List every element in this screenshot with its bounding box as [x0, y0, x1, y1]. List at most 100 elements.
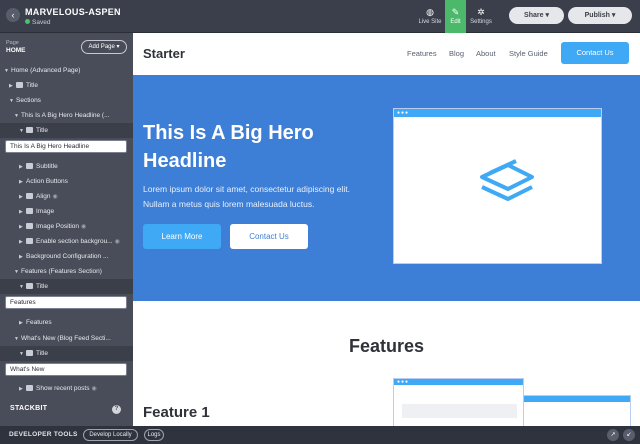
chevron-down-icon: ▾	[116, 44, 120, 50]
features-title-field[interactable]	[5, 296, 127, 309]
tree-item-background-configuration[interactable]: ▶ Background Configuration ...	[0, 249, 133, 264]
nav-link-features[interactable]: Features	[407, 49, 437, 58]
eye-icon: ◉	[114, 239, 120, 245]
help-icon[interactable]: ?	[112, 405, 121, 414]
expand-icon[interactable]: ↗	[607, 429, 619, 441]
tree-label: Show recent posts	[36, 385, 90, 392]
site-logo[interactable]: Starter	[143, 46, 185, 61]
tree-item-enable-background[interactable]: ▶ Enable section backgrou... ◉	[0, 234, 133, 249]
save-status-label: Saved	[32, 19, 51, 26]
caret-right-icon: ▶	[19, 386, 23, 392]
tree-item-whats-new-section[interactable]: ▼ What's New (Blog Feed Secti...	[0, 331, 133, 346]
site-preview: Starter Features Blog About Style Guide …	[133, 33, 640, 426]
hero-contact-button[interactable]: Contact Us	[230, 224, 308, 249]
caret-down-icon: ▼	[14, 269, 19, 275]
toggle-field-icon	[26, 238, 33, 244]
browser-bar	[524, 396, 630, 402]
tree-item-image-position[interactable]: ▶ Image Position ◉	[0, 219, 133, 234]
whats-new-title-field[interactable]	[5, 363, 127, 376]
publish-button[interactable]: Publish ▾	[568, 7, 632, 24]
toggle-field-icon	[26, 385, 33, 391]
nav-link-blog[interactable]: Blog	[449, 49, 464, 58]
tree-item-features-section[interactable]: ▼ Features (Features Section)	[0, 264, 133, 279]
live-site-label: Live Site	[418, 19, 442, 25]
field-type-icon	[26, 193, 33, 199]
edit-button[interactable]: ✎ Edit	[445, 0, 466, 33]
caret-right-icon: ▶	[19, 224, 23, 230]
develop-locally-button[interactable]: Develop Locally	[83, 429, 138, 441]
tree-label: Image	[36, 208, 55, 215]
tree-item-features[interactable]: ▶ Features	[0, 315, 133, 330]
tree-label: Background Configuration ...	[26, 253, 109, 260]
feature-1-heading[interactable]: Feature 1	[143, 404, 210, 421]
tree-item-home[interactable]: ▼ Home (Advanced Page)	[0, 63, 133, 78]
caret-down-icon: ▼	[19, 284, 24, 290]
hero-image[interactable]: ●●●	[393, 108, 602, 264]
hero-headline[interactable]: This Is A Big Hero Headline	[143, 119, 353, 175]
settings-button[interactable]: ✲ Settings	[468, 0, 494, 33]
field-type-icon	[26, 350, 33, 356]
tree-item-features-title[interactable]: ▼ Title	[0, 279, 133, 294]
feature-image-secondary[interactable]	[523, 395, 631, 426]
field-type-icon	[26, 283, 33, 289]
browser-bar: ●●●	[394, 109, 601, 117]
field-type-icon	[16, 82, 23, 88]
gear-icon: ✲	[477, 7, 485, 17]
eye-icon: ◉	[91, 386, 97, 392]
back-icon[interactable]: ‹	[6, 8, 20, 22]
developer-tools-bar: DEVELOPER TOOLS Develop Locally Logs ↗ ↙	[0, 426, 640, 444]
browser-bar: ●●●	[394, 379, 523, 385]
caret-down-icon: ▼	[14, 113, 19, 119]
logs-button[interactable]: Logs	[144, 429, 164, 441]
feature-image[interactable]: ●●●	[393, 378, 524, 426]
tree-label: This Is A Big Hero Headline (...	[21, 112, 110, 119]
tree-label: Align	[36, 193, 51, 200]
tree-item-subtitle[interactable]: ▶ Subtitle	[0, 159, 133, 174]
stack-logo-icon	[480, 159, 534, 201]
tree-item-title[interactable]: ▶ Title	[0, 78, 133, 93]
tree-item-image[interactable]: ▶ Image	[0, 204, 133, 219]
developer-tools-label: DEVELOPER TOOLS	[9, 431, 78, 438]
hero-subtitle[interactable]: Lorem ipsum dolor sit amet, consectetur …	[143, 182, 378, 212]
nav-contact-button[interactable]: Contact Us	[561, 42, 629, 64]
live-site-button[interactable]: ◍ Live Site	[417, 0, 443, 33]
caret-right-icon: ▶	[9, 83, 13, 89]
nav-link-about[interactable]: About	[476, 49, 496, 58]
top-bar: ‹ MARVELOUS-ASPEN Saved ◍ Live Site ✎ Ed…	[0, 0, 640, 33]
tree-item-show-recent-posts[interactable]: ▶ Show recent posts ◉	[0, 381, 133, 396]
page-selector[interactable]: HOME	[6, 47, 26, 54]
tree-item-hero-title[interactable]: ▼ Title	[0, 123, 133, 138]
chevron-down-icon: ▾	[611, 12, 616, 19]
field-type-icon	[26, 127, 33, 133]
tree-label: Features (Features Section)	[21, 268, 102, 275]
sidebar: Page HOME Add Page ▾ ▼ Home (Advanced Pag…	[0, 33, 133, 426]
hero-title-field[interactable]	[5, 140, 127, 153]
tree-label: What's New (Blog Feed Secti...	[21, 335, 111, 342]
collapse-icon[interactable]: ↙	[623, 429, 635, 441]
tree-label: Title	[36, 350, 49, 357]
caret-down-icon: ▼	[19, 351, 24, 357]
stackbit-logo: STACKBIT	[10, 405, 48, 412]
tree-item-sections[interactable]: ▼ Sections	[0, 93, 133, 108]
tree-item-whats-new-title[interactable]: ▼ Title	[0, 346, 133, 361]
saved-dot-icon	[25, 19, 30, 24]
placeholder-block	[402, 404, 517, 418]
eye-icon: ◉	[52, 194, 58, 200]
tree-item-action-buttons[interactable]: ▶ Action Buttons	[0, 174, 133, 189]
tree-label: Home (Advanced Page)	[11, 67, 81, 74]
publish-label: Publish	[584, 12, 610, 19]
caret-right-icon: ▶	[19, 179, 23, 185]
features-heading[interactable]: Features	[133, 336, 640, 357]
caret-down-icon: ▼	[9, 98, 14, 104]
nav-link-style-guide[interactable]: Style Guide	[509, 49, 548, 58]
caret-right-icon: ▶	[19, 194, 23, 200]
learn-more-button[interactable]: Learn More	[143, 224, 221, 249]
caret-down-icon: ▼	[4, 68, 9, 74]
tree-item-hero-section[interactable]: ▼ This Is A Big Hero Headline (...	[0, 108, 133, 123]
share-button[interactable]: Share ▾	[509, 7, 564, 24]
add-page-button[interactable]: Add Page ▾	[81, 40, 127, 54]
pencil-icon: ✎	[451, 7, 460, 17]
tree-item-align[interactable]: ▶ Align ◉	[0, 189, 133, 204]
tree-label: Enable section backgrou...	[36, 238, 113, 245]
caret-right-icon: ▶	[19, 239, 23, 245]
